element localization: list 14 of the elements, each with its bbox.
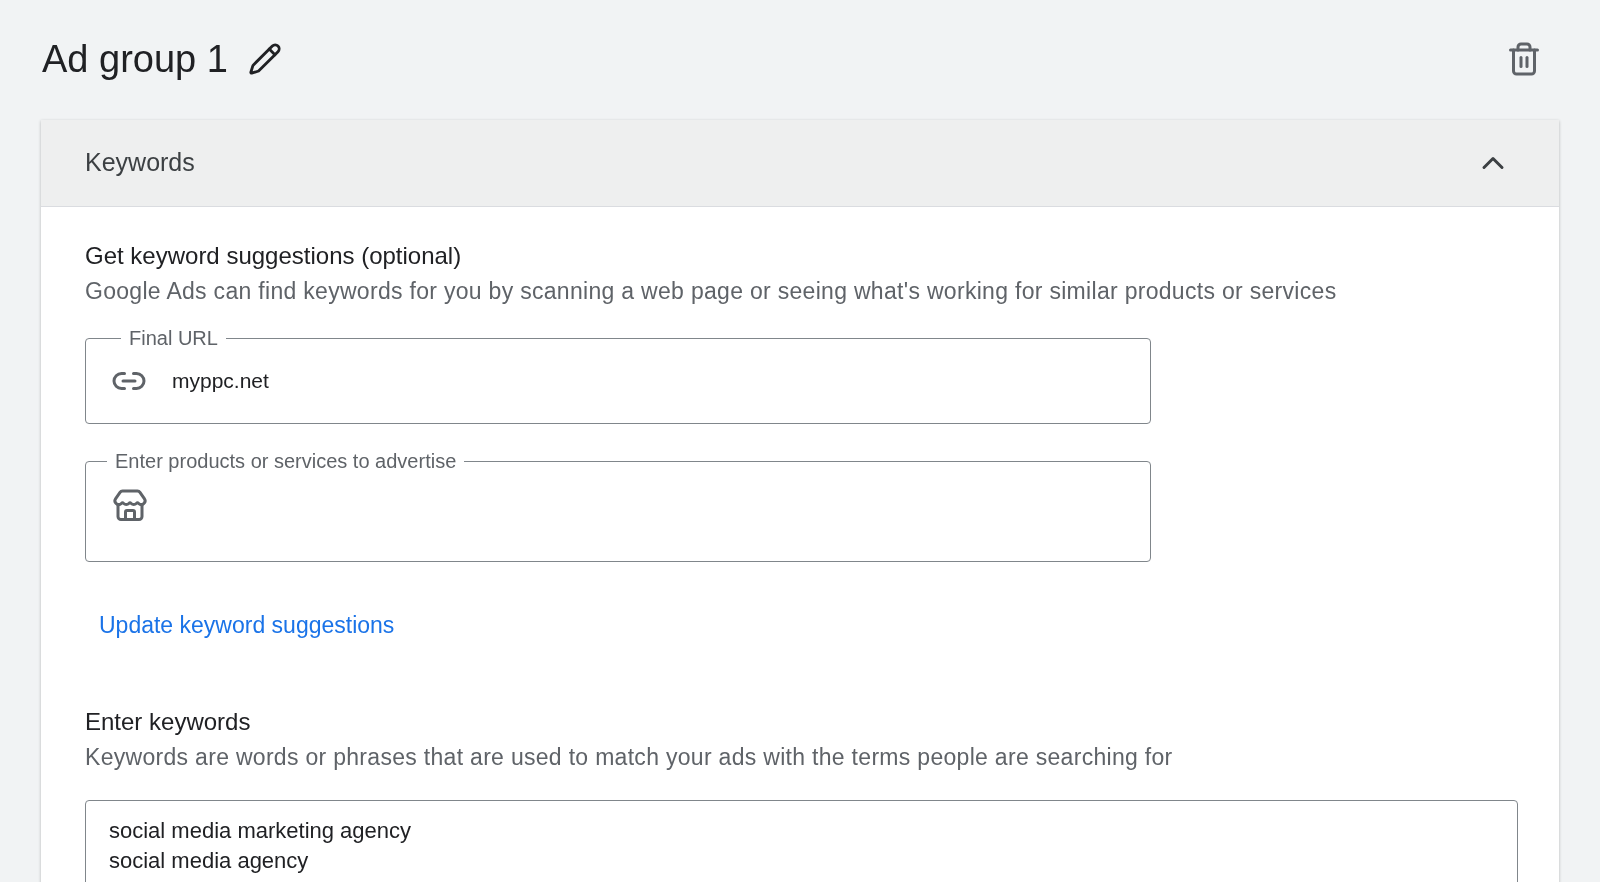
suggestions-description: Google Ads can find keywords for you by scanning a web page or seeing what's working for similar products or services [85, 277, 1338, 306]
suggestions-heading: Get keyword suggestions (optional) [85, 241, 463, 271]
keyword-line: social media marketing agency [109, 816, 412, 845]
ad-group-title: Ad group 1 [42, 40, 228, 78]
keywords-textarea[interactable]: social media marketing agency social media agency [85, 799, 1518, 882]
url-value: myppc.net [172, 368, 269, 395]
store-icon [112, 488, 148, 524]
keywords-heading: Enter keywords [85, 706, 252, 737]
section-header[interactable]: Keywords [41, 120, 1559, 207]
keyword-line: social media agency [109, 846, 309, 875]
keywords-description: Keywords are words or phrases that are used to match your ads with the terms people are searching for [85, 742, 1174, 772]
section-title: Keywords [85, 147, 195, 179]
delete-icon[interactable] [1506, 41, 1542, 77]
update-suggestions-link[interactable]: Update keyword suggestions [99, 612, 395, 638]
